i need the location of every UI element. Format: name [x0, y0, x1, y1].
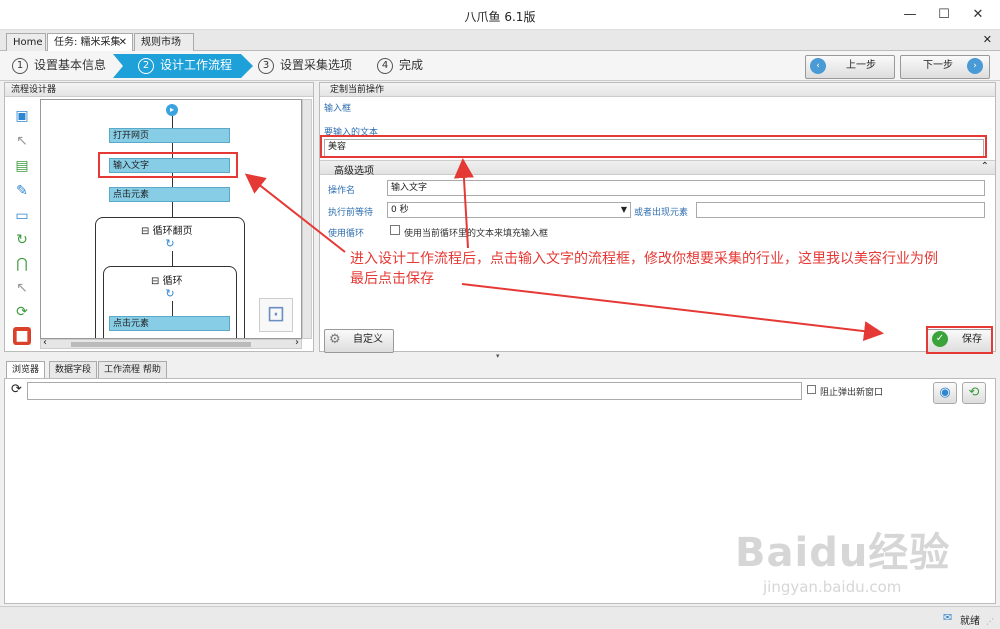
annotation-line-2: 最后点击保存	[350, 271, 434, 287]
watermark-url: jingyan.baidu.com	[763, 578, 902, 596]
annotation-text: 进入设计工作流程后，点击输入文字的流程框，修改你想要采集的行业，这里我以美容行业…	[350, 249, 990, 289]
watermark-brand: Baidu经验	[735, 530, 951, 576]
watermark: Baidu经验 jingyan.baidu.com	[735, 520, 965, 600]
annotation-line-1: 进入设计工作流程后，点击输入文字的流程框，修改你想要采集的行业，这里我以美容行业…	[350, 251, 938, 267]
